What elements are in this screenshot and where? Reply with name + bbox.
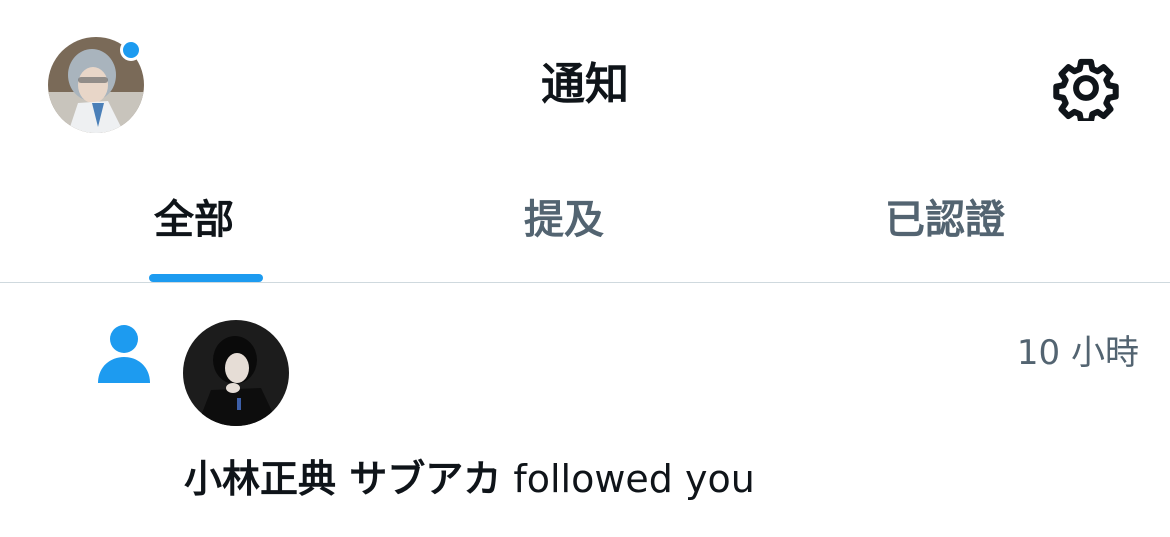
tab-all-label: 全部	[154, 197, 234, 243]
follower-avatar[interactable]	[183, 320, 289, 426]
top-bar: 通知	[0, 0, 1170, 170]
notification-item[interactable]: 10 小時 小林正典 サブアカ followed you	[0, 283, 1170, 537]
settings-button[interactable]	[1053, 55, 1119, 125]
gear-icon	[1053, 58, 1119, 125]
tab-all[interactable]: 全部	[12, 170, 376, 282]
tab-mentions[interactable]: 提及	[376, 170, 752, 282]
tab-verified-label: 已認證	[885, 197, 1005, 243]
follower-name[interactable]: 小林正典 サブアカ	[184, 457, 501, 501]
notification-timestamp: 10 小時	[1016, 333, 1139, 373]
tab-verified[interactable]: 已認證	[752, 170, 1138, 282]
notification-action: followed you	[513, 457, 755, 501]
notification-text: 小林正典 サブアカ followed you	[184, 453, 755, 505]
page-title: 通知	[541, 59, 629, 110]
tab-bar: 全部 提及 已認證	[0, 170, 1170, 283]
person-follow-icon	[98, 325, 150, 383]
tab-mentions-label: 提及	[524, 197, 604, 243]
active-tab-indicator	[149, 274, 263, 282]
